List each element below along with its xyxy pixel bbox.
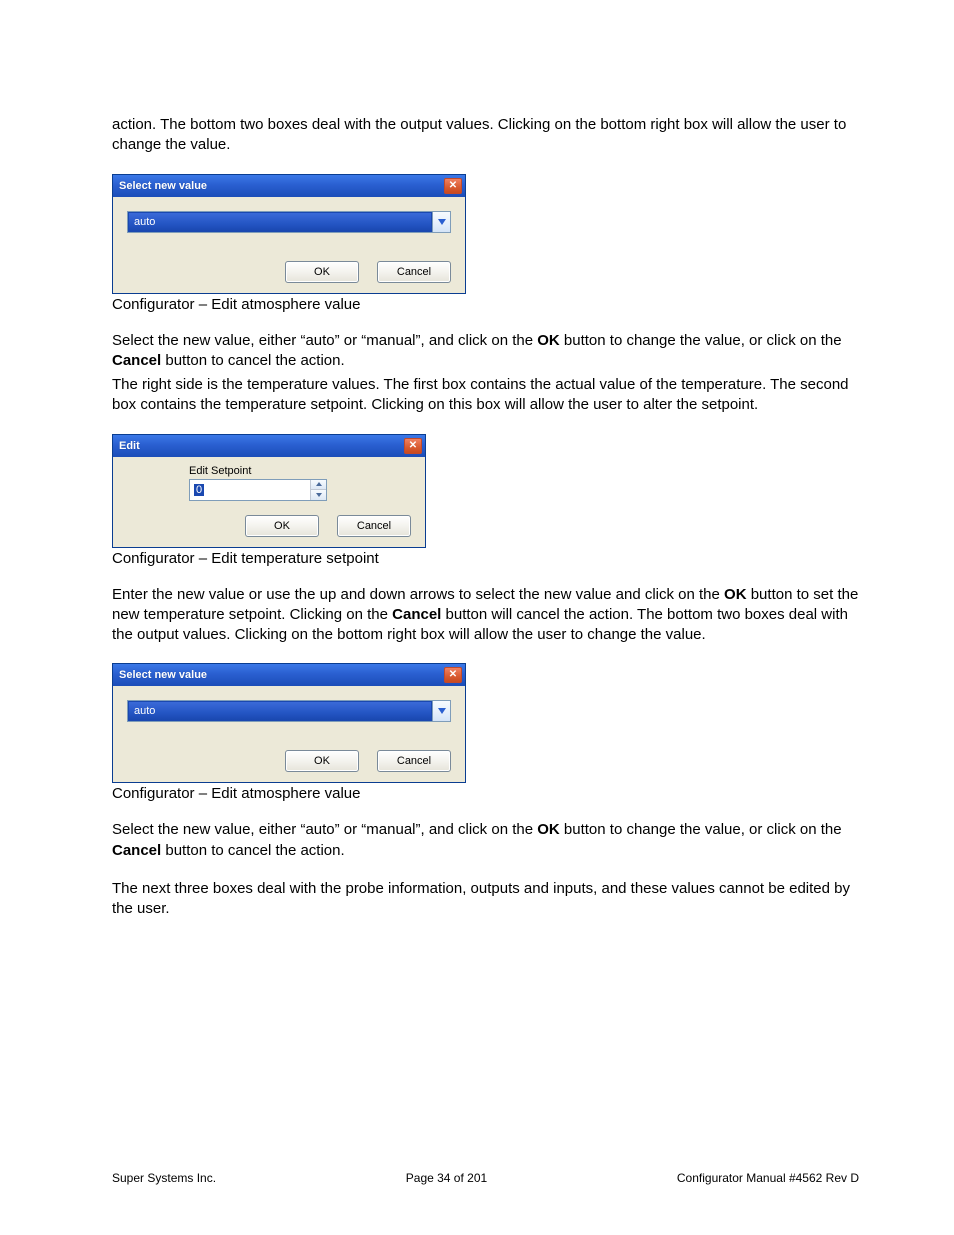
close-icon: ✕ — [409, 441, 417, 451]
dialog-titlebar: Edit ✕ — [113, 435, 425, 457]
footer-left: Super Systems Inc. — [112, 1171, 216, 1185]
footer-center: Page 34 of 201 — [406, 1171, 487, 1185]
footer-right: Configurator Manual #4562 Rev D — [677, 1171, 859, 1185]
cancel-button[interactable]: Cancel — [337, 515, 411, 537]
value-combobox[interactable]: auto — [127, 700, 451, 722]
close-button[interactable]: ✕ — [444, 667, 462, 683]
spinner-value[interactable]: 0 — [190, 480, 310, 500]
page-footer: Super Systems Inc. Page 34 of 201 Config… — [0, 1171, 954, 1185]
select-new-value-dialog: Select new value ✕ auto OK Cancel — [112, 663, 466, 783]
body-paragraph: action. The bottom two boxes deal with t… — [112, 115, 859, 156]
dialog-title: Select new value — [119, 180, 444, 192]
combo-selected-text: auto — [128, 212, 432, 232]
body-paragraph: Select the new value, either “auto” or “… — [112, 820, 859, 861]
body-paragraph: The next three boxes deal with the probe… — [112, 879, 859, 920]
chevron-down-icon — [438, 219, 446, 225]
ok-button[interactable]: OK — [285, 261, 359, 283]
value-combobox[interactable]: auto — [127, 211, 451, 233]
dialog-titlebar: Select new value ✕ — [113, 175, 465, 197]
close-icon: ✕ — [449, 181, 457, 191]
spinner-up-button[interactable] — [311, 480, 326, 491]
chevron-down-icon — [438, 708, 446, 714]
combo-selected-text: auto — [128, 701, 432, 721]
body-paragraph: Enter the new value or use the up and do… — [112, 585, 859, 646]
figure-caption: Configurator – Edit atmosphere value — [112, 785, 859, 802]
combo-arrow-button[interactable] — [432, 212, 450, 232]
setpoint-label: Edit Setpoint — [189, 465, 411, 477]
dialog-titlebar: Select new value ✕ — [113, 664, 465, 686]
select-new-value-dialog: Select new value ✕ auto OK Cancel — [112, 174, 466, 294]
chevron-up-icon — [316, 482, 322, 486]
body-paragraph: Select the new value, either “auto” or “… — [112, 331, 859, 372]
close-button[interactable]: ✕ — [404, 438, 422, 454]
dialog-title: Select new value — [119, 669, 444, 681]
chevron-down-icon — [316, 493, 322, 497]
cancel-button[interactable]: Cancel — [377, 261, 451, 283]
figure-caption: Configurator – Edit temperature setpoint — [112, 550, 859, 567]
dialog-title: Edit — [119, 440, 404, 452]
edit-setpoint-dialog: Edit ✕ Edit Setpoint 0 — [112, 434, 426, 548]
close-button[interactable]: ✕ — [444, 178, 462, 194]
combo-arrow-button[interactable] — [432, 701, 450, 721]
body-paragraph: The right side is the temperature values… — [112, 375, 859, 416]
figure-caption: Configurator – Edit atmosphere value — [112, 296, 859, 313]
setpoint-spinner[interactable]: 0 — [189, 479, 327, 501]
close-icon: ✕ — [449, 670, 457, 680]
ok-button[interactable]: OK — [245, 515, 319, 537]
spinner-down-button[interactable] — [311, 490, 326, 500]
ok-button[interactable]: OK — [285, 750, 359, 772]
cancel-button[interactable]: Cancel — [377, 750, 451, 772]
